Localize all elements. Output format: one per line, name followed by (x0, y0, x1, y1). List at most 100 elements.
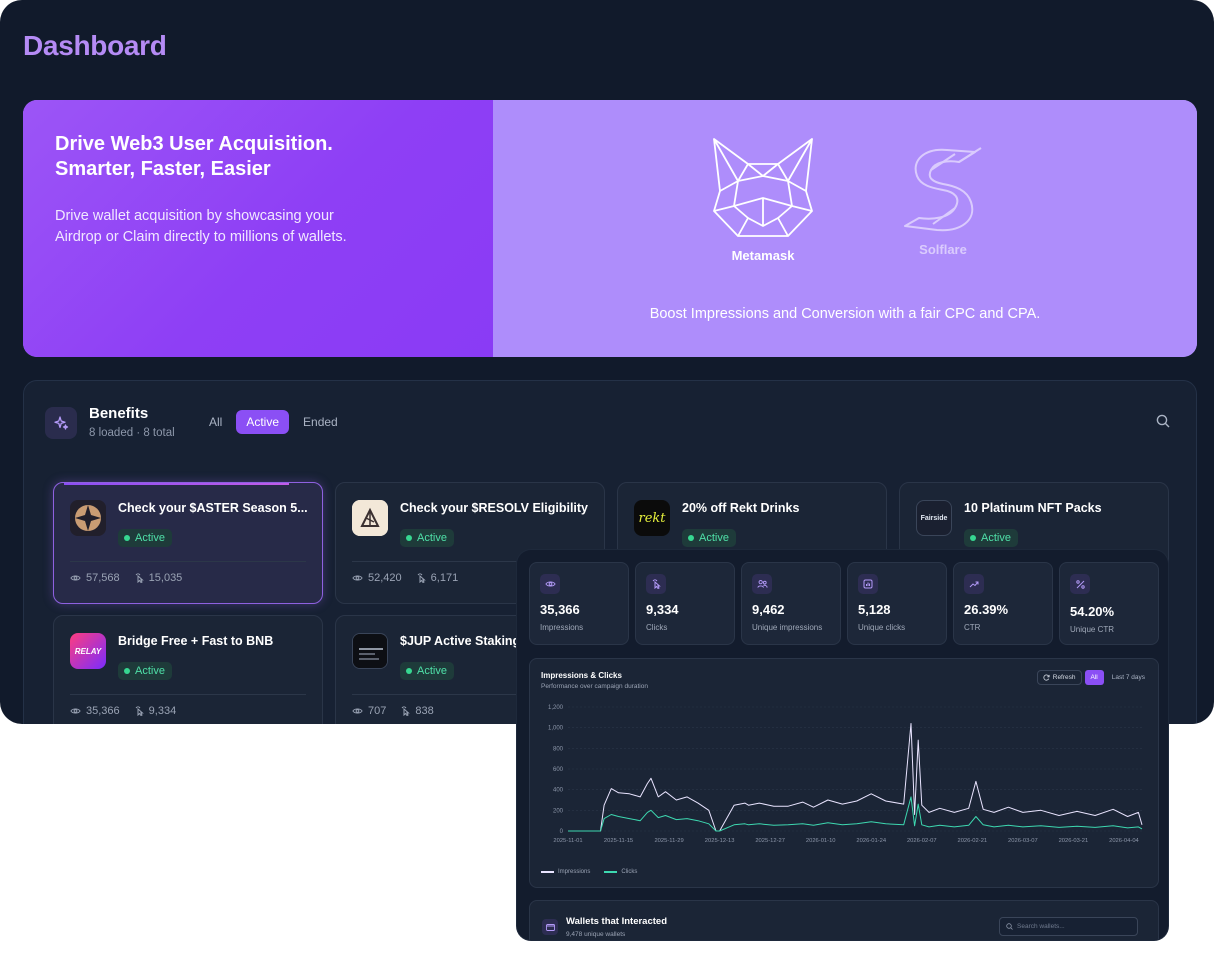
divider (70, 694, 306, 695)
y-tick-label: 800 (553, 746, 564, 752)
kpi-row: 35,366 Impressions 9,334 Clicks 9,462 Un… (529, 562, 1159, 645)
kpi-ctr: 26.39% CTR (953, 562, 1053, 645)
views-count: 52,420 (368, 572, 402, 584)
x-tick-label: 2026-02-07 (907, 838, 937, 844)
kpi-value: 9,462 (752, 602, 785, 617)
clicks-count: 838 (415, 705, 434, 717)
pointer-click-icon (402, 706, 411, 716)
clicks-count: 9,334 (148, 705, 177, 717)
eye-icon (70, 575, 81, 581)
card-title: 10 Platinum NFT Packs (964, 501, 1102, 515)
hero-tagline: Boost Impressions and Conversion with a … (649, 306, 1041, 322)
card-stats: 707 838 (352, 705, 434, 717)
partner-label: Solflare (919, 242, 967, 257)
views-count: 707 (368, 705, 387, 717)
kpi-unique-ctr: 54.20% Unique CTR (1059, 562, 1159, 645)
views-count: 35,366 (86, 705, 120, 717)
card-title: 20% off Rekt Drinks (682, 501, 800, 515)
clicks-count: 15,035 (148, 572, 183, 584)
partner-metamask: Metamask (703, 136, 823, 263)
status-label: Active (981, 532, 1011, 544)
x-tick-label: 2026-03-07 (1008, 838, 1038, 844)
wallet-search[interactable] (999, 917, 1138, 936)
kpi-label: Unique impressions (752, 623, 823, 632)
trend-up-icon (964, 574, 984, 594)
kpi-unique-clicks: 5,128 Unique clicks (847, 562, 947, 645)
eye-icon (352, 708, 363, 714)
x-tick-label: 2026-03-21 (1059, 838, 1089, 844)
kpi-label: Unique clicks (858, 623, 906, 632)
status-tabs: All Active Ended (199, 410, 348, 434)
hero-right-panel: Metamask Solflare Boost Impressions and … (493, 100, 1197, 357)
wallets-title: Wallets that Interacted (566, 916, 668, 927)
y-tick-label: 200 (553, 808, 564, 814)
wallets-panel: Wallets that Interacted 9,478 unique wal… (529, 900, 1159, 940)
kpi-label: Clicks (646, 623, 668, 632)
card-stats: 52,420 6,171 (352, 572, 458, 584)
status-label: Active (135, 532, 165, 544)
kpi-value: 35,366 (540, 602, 580, 617)
page-title: Dashboard (23, 30, 167, 61)
kpi-value: 54.20% (1070, 604, 1115, 619)
x-tick-label: 2026-04-04 (1109, 838, 1139, 844)
status-badge: Active (118, 529, 172, 547)
pointer-click-icon (135, 706, 144, 716)
hero-banner: Drive Web3 User Acquisition. Smarter, Fa… (23, 100, 1197, 357)
users-icon (752, 574, 772, 594)
kpi-label: CTR (964, 623, 981, 632)
chart-subtitle: Performance over campaign duration (541, 683, 648, 690)
legend-label: Impressions (558, 869, 591, 875)
search-icon (1006, 923, 1013, 930)
benefit-card[interactable]: RELAY Bridge Free + Fast to BNB Active 3… (53, 615, 323, 724)
range-7d-button[interactable]: Last 7 days (1107, 670, 1150, 685)
benefits-count: 8 loaded · 8 total (89, 427, 175, 439)
relay-logo-text: RELAY (74, 646, 102, 656)
x-tick-label: 2025-11-01 (553, 838, 582, 844)
refresh-label: Refresh (1052, 674, 1076, 681)
card-stats: 57,568 15,035 (70, 572, 182, 584)
rekt-logo: rekt (634, 500, 670, 536)
y-tick-label: 1,200 (548, 705, 564, 711)
kpi-clicks: 9,334 Clicks (635, 562, 735, 645)
eye-icon (352, 575, 363, 581)
tab-active[interactable]: Active (236, 410, 290, 434)
legend-clicks: Clicks (604, 869, 637, 875)
legend-label: Clicks (621, 869, 638, 875)
analytics-panel: 35,366 Impressions 9,334 Clicks 9,462 Un… (517, 550, 1168, 940)
legend-impressions: Impressions (541, 869, 590, 875)
eye-icon (70, 708, 81, 714)
y-tick-label: 1,000 (548, 726, 564, 732)
kpi-value: 26.39% (964, 602, 1009, 617)
percent-icon (1070, 574, 1090, 594)
range-all-button[interactable]: All (1084, 670, 1104, 685)
status-badge: Active (400, 662, 454, 680)
kpi-unique-impressions: 9,462 Unique impressions (741, 562, 841, 645)
chart-legend: Impressions Clicks (541, 869, 637, 875)
wallet-search-input[interactable] (1017, 923, 1127, 930)
status-badge: Active (964, 529, 1018, 547)
benefit-card[interactable]: Check your $ASTER Season 5... Active 57,… (53, 482, 323, 604)
kpi-label: Impressions (540, 623, 584, 632)
chart-plot: 0 200 400 600 800 1,000 1,200 2025-11-01 2025-11… (548, 705, 1143, 844)
card-title: Check your $ASTER Season 5... (118, 501, 308, 515)
status-label: Active (417, 665, 447, 677)
status-label: Active (135, 665, 165, 677)
kpi-impressions: 35,366 Impressions (529, 562, 629, 645)
refresh-icon (1043, 674, 1050, 681)
aster-logo (70, 500, 106, 536)
y-tick-label: 600 (553, 767, 564, 773)
x-tick-label: 2025-12-13 (705, 838, 735, 844)
chart-controls: Refresh All Last 7 days (1036, 670, 1150, 685)
benefits-title: Benefits (89, 405, 149, 422)
bar-chart-icon (858, 574, 878, 594)
card-title: Bridge Free + Fast to BNB (118, 634, 274, 648)
refresh-button[interactable]: Refresh (1036, 670, 1082, 685)
search-icon[interactable] (1156, 414, 1170, 433)
card-title: Check your $RESOLV Eligibility (400, 501, 589, 515)
wallets-count: 9,478 unique wallets (566, 931, 626, 938)
hero-left-panel: Drive Web3 User Acquisition. Smarter, Fa… (23, 100, 493, 357)
tab-all[interactable]: All (199, 410, 232, 434)
status-badge: Active (400, 529, 454, 547)
hero-description: Drive wallet acquisition by showcasing y… (55, 208, 347, 245)
tab-ended[interactable]: Ended (293, 410, 348, 434)
